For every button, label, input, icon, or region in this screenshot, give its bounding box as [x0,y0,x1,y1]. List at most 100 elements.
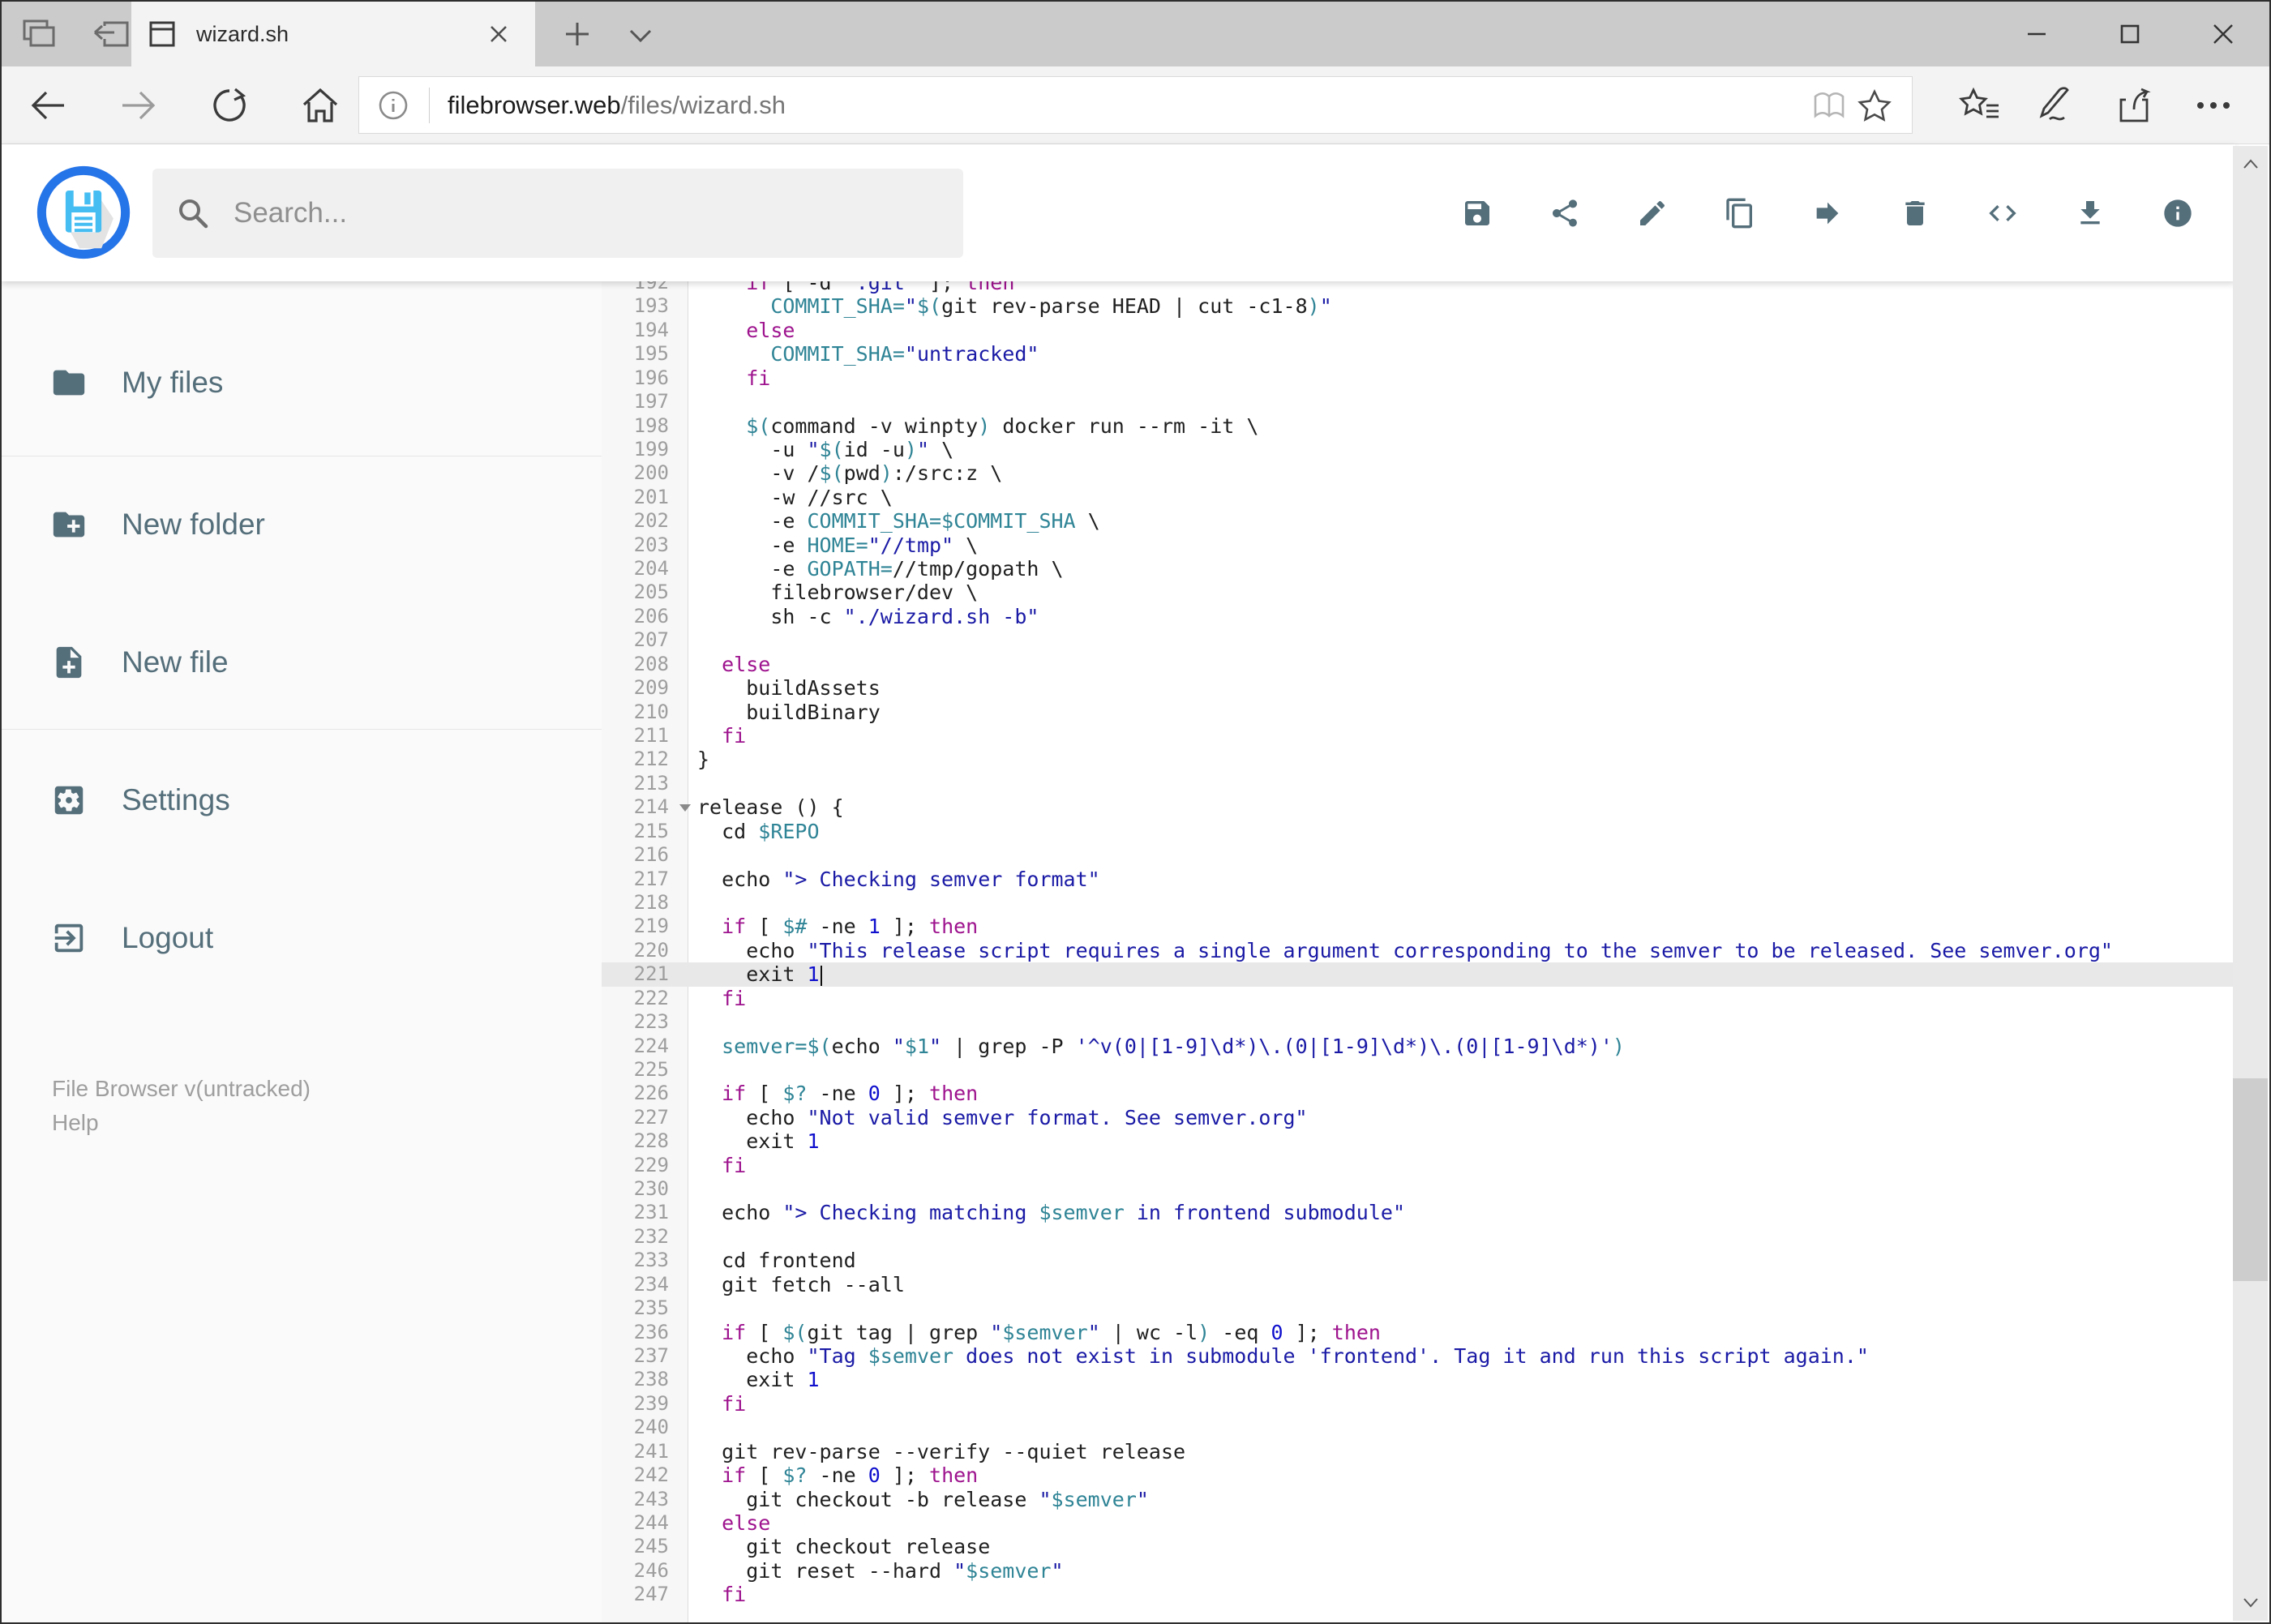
home-button[interactable] [292,84,349,126]
help-link[interactable]: Help [52,1106,311,1140]
page-scrollbar[interactable] [2233,146,2268,1621]
code-line[interactable]: 192 if [ -d ".git" ]; then [602,281,2235,294]
copy-button[interactable] [1696,169,1784,258]
code-line[interactable]: 202 -e COMMIT_SHA=$COMMIT_SHA \ [602,509,2235,533]
scroll-down-button[interactable] [2233,1585,2268,1621]
code-line[interactable]: 246 git reset --hard "$semver" [602,1559,2235,1583]
download-button[interactable] [2046,169,2134,258]
scroll-up-button[interactable] [2233,146,2268,182]
code-line[interactable]: 212} [602,748,2235,771]
share-button[interactable] [1521,169,1609,258]
code-line[interactable]: 216 [602,843,2235,867]
move-button[interactable] [1784,169,1871,258]
filebrowser-logo[interactable] [36,157,131,268]
set-tabs-aside-button[interactable] [86,13,138,55]
code-line[interactable]: 201 -w //src \ [602,486,2235,509]
delete-button[interactable] [1871,169,1959,258]
code-line[interactable]: 199 -u "$(id -u)" \ [602,438,2235,461]
code-line[interactable]: 235 [602,1296,2235,1320]
search-input[interactable] [232,196,913,230]
code-line[interactable]: 229 fi [602,1154,2235,1177]
maximize-button[interactable] [2083,2,2176,66]
hub-button[interactable] [1952,84,2008,126]
code-line[interactable]: 217 echo "> Checking semver format" [602,868,2235,891]
code-line[interactable]: 198 $(command -v winpty) docker run --rm… [602,414,2235,438]
close-tab-button[interactable] [480,15,517,53]
more-options-button[interactable] [2185,84,2242,126]
code-line[interactable]: 239 fi [602,1392,2235,1416]
raw-code-button[interactable] [1959,169,2046,258]
code-line[interactable]: 211 fi [602,724,2235,748]
code-line[interactable]: 238 exit 1 [602,1368,2235,1391]
minimize-button[interactable] [1990,2,2083,66]
code-line[interactable]: 204 -e GOPATH=//tmp/gopath \ [602,557,2235,581]
sidebar-item-logout[interactable]: Logout [2,907,602,969]
code-line[interactable]: 231 echo "> Checking matching $semver in… [602,1201,2235,1224]
rename-button[interactable] [1609,169,1696,258]
address-bar[interactable]: filebrowser.web/files/wizard.sh [358,76,1913,134]
code-line[interactable]: 193 COMMIT_SHA="$(git rev-parse HEAD | c… [602,294,2235,318]
share-page-button[interactable] [2106,84,2162,126]
code-line[interactable]: 214 release () { [602,795,2235,819]
code-line[interactable]: 242 if [ $? -ne 0 ]; then [602,1463,2235,1487]
code-line[interactable]: 209 buildAssets [602,676,2235,700]
sidebar-item-my-files[interactable]: My files [2,352,602,413]
code-line[interactable]: 236 if [ $(git tag | grep "$semver" | wc… [602,1321,2235,1344]
code-line[interactable]: 196 fi [602,366,2235,390]
code-line[interactable]: 207 [602,628,2235,652]
code-editor[interactable]: 192 if [ -d ".git" ]; then 193 COMMIT_SHA… [602,281,2235,1622]
code-line[interactable]: 244 else [602,1511,2235,1535]
favorite-button[interactable] [1852,83,1897,128]
tab-wizard-sh[interactable]: wizard.sh [131,2,535,66]
code-line[interactable]: 203 -e HOME="//tmp" \ [602,533,2235,557]
code-line[interactable]: 194 else [602,319,2235,342]
code-line[interactable]: 195 COMMIT_SHA="untracked" [602,342,2235,366]
code-line[interactable]: 219 if [ $# -ne 1 ]; then [602,915,2235,938]
code-line[interactable]: 197 [602,390,2235,413]
code-line[interactable]: 215 cd $REPO [602,820,2235,843]
sidebar-item-settings[interactable]: Settings [2,769,602,831]
code-line[interactable]: 226 if [ $? -ne 0 ]; then [602,1082,2235,1105]
code-line[interactable]: 208 else [602,653,2235,676]
code-line[interactable]: 240 [602,1416,2235,1439]
close-window-button[interactable] [2176,2,2269,66]
code-line[interactable]: 247 fi [602,1583,2235,1606]
refresh-button[interactable] [201,84,258,126]
save-button[interactable] [1433,169,1521,258]
info-button[interactable] [2134,169,2222,258]
code-line[interactable]: 210 buildBinary [602,701,2235,724]
web-note-button[interactable] [2027,84,2084,126]
tab-list-button[interactable] [616,19,665,52]
code-line[interactable]: 205 filebrowser/dev \ [602,581,2235,604]
code-line[interactable]: 234 git fetch --all [602,1273,2235,1296]
back-button[interactable] [19,84,76,126]
code-line[interactable]: 206 sh -c "./wizard.sh -b" [602,605,2235,628]
new-tab-button[interactable] [551,15,603,54]
code-line[interactable]: 200 -v /$(pwd):/src:z \ [602,461,2235,485]
code-line[interactable]: 232 [602,1225,2235,1249]
code-line[interactable]: 225 [602,1058,2235,1082]
code-line[interactable]: 245 git checkout release [602,1535,2235,1558]
search-box[interactable] [152,169,963,258]
code-line[interactable]: 237 echo "Tag $semver does not exist in … [602,1344,2235,1368]
code-line[interactable]: 213 [602,772,2235,795]
code-line[interactable]: 222 fi [602,987,2235,1010]
site-info-icon[interactable] [371,83,416,128]
sidebar-item-new-folder[interactable]: New folder [2,494,602,555]
code-line[interactable]: 241 git rev-parse --verify --quiet relea… [602,1440,2235,1463]
sidebar-item-new-file[interactable]: New file [2,632,602,693]
code-line[interactable]: 224 semver=$(echo "$1" | grep -P '^v(0|[… [602,1035,2235,1058]
reading-view-button[interactable] [1806,83,1852,128]
code-line[interactable]: 218 [602,891,2235,915]
code-line[interactable]: 243 git checkout -b release "$semver" [602,1488,2235,1511]
code-line[interactable]: 230 [602,1177,2235,1201]
code-line[interactable]: 233 cd frontend [602,1249,2235,1272]
code-line[interactable]: 221 exit 1 [602,962,2235,987]
forward-button[interactable] [110,84,167,126]
scrollbar-thumb[interactable] [2233,1078,2268,1281]
tab-preview-button[interactable] [13,13,65,55]
code-line[interactable]: 227 echo "Not valid semver format. See s… [602,1106,2235,1129]
code-line[interactable]: 228 exit 1 [602,1129,2235,1153]
code-line[interactable]: 220 echo "This release script requires a… [602,939,2235,962]
code-line[interactable]: 223 [602,1010,2235,1034]
